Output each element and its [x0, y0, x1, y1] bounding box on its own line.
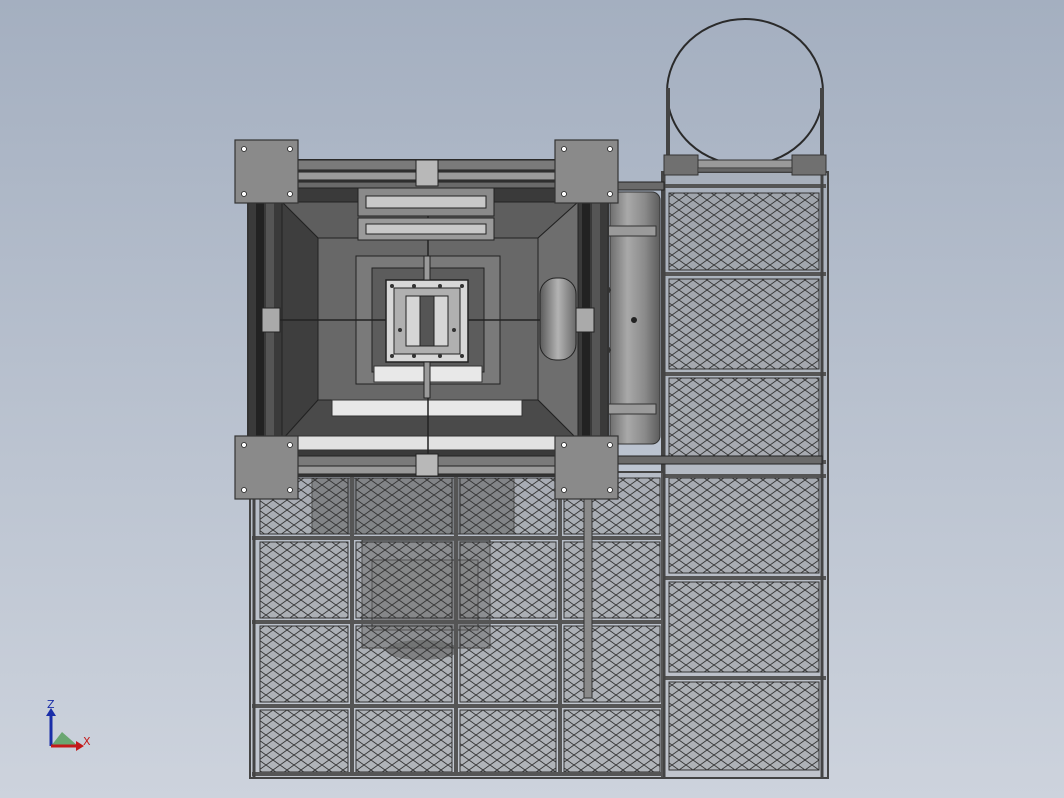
axis-triad: Z X — [40, 698, 100, 758]
y-axis-plane — [51, 732, 78, 746]
right-tower — [661, 18, 829, 779]
bottom-cage — [249, 471, 665, 779]
machine-drawing — [234, 18, 829, 779]
cad-viewport[interactable]: Z X — [0, 0, 1064, 798]
side-tank — [603, 191, 661, 445]
x-axis-label: X — [83, 735, 91, 748]
z-axis-label: Z — [47, 698, 55, 711]
